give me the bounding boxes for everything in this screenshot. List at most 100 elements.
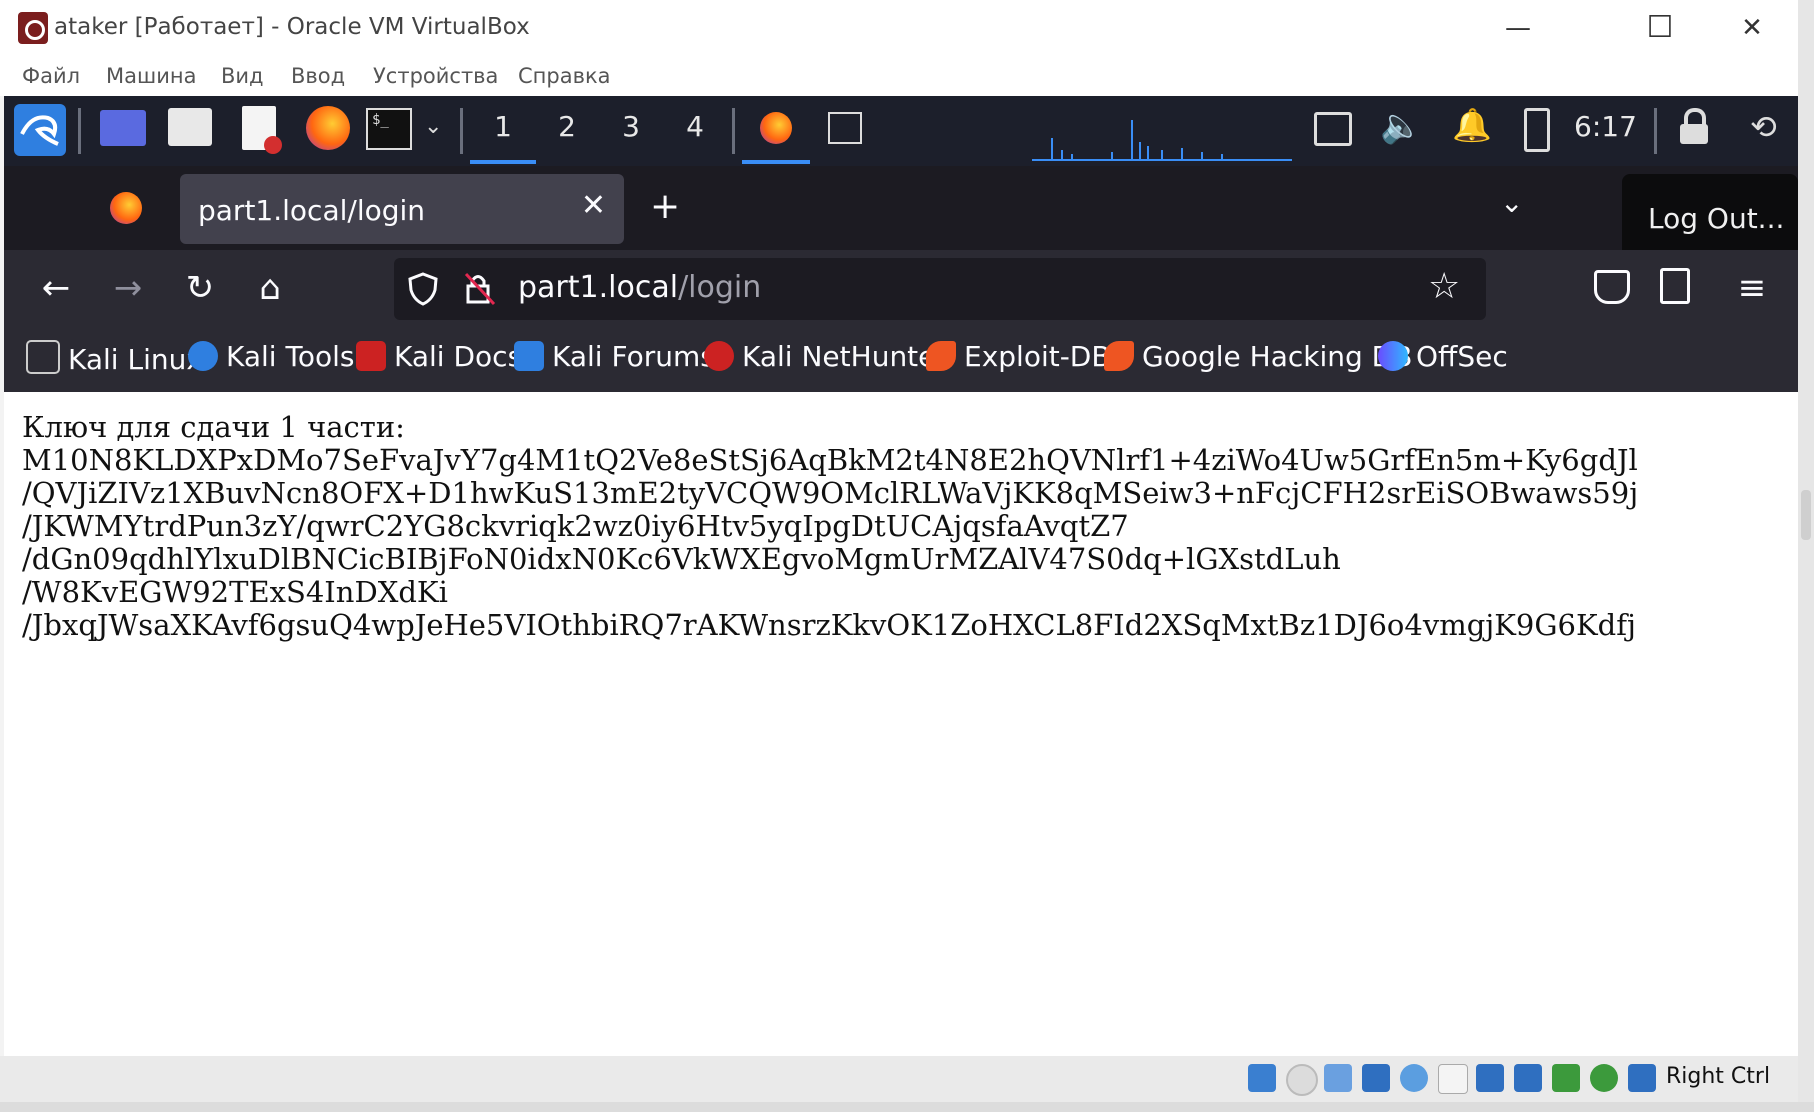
workspace-2[interactable]: 2 [542,110,592,143]
app-menu-button[interactable]: ≡ [1728,264,1776,312]
window-titlebar: ataker [Работает] - Oracle VM VirtualBox… [0,0,1798,58]
exploit-db-icon [926,341,956,371]
active-workspace-indicator [470,160,536,164]
bookmark-kali-nethunter[interactable]: Kali NetHunter [704,340,947,373]
close-button[interactable]: ✕ [1722,8,1782,48]
window-title: ataker [Работает] - Oracle VM VirtualBox [54,14,530,40]
back-button[interactable]: ← [32,264,80,312]
terminal-window-button-icon[interactable] [828,112,862,144]
bookmark-label: Kali Tools [226,340,355,373]
network-adapter-icon[interactable] [1362,1064,1390,1092]
logout-icon[interactable]: ⟲ [1750,108,1777,146]
url-bar[interactable]: part1.local/login ☆ [394,258,1486,320]
file-manager-icon[interactable] [168,108,212,146]
pocket-icon[interactable] [1594,270,1630,304]
kali-top-panel: $_ ⌄ 1 2 3 4 🔈 🔔 6:17 ⟲ [4,96,1798,166]
vm-display[interactable]: $_ ⌄ 1 2 3 4 🔈 🔔 6:17 ⟲ part1.local/logi… [4,96,1798,1056]
url-path: /login [678,270,762,305]
tooltip-text: Log Out... [1648,202,1785,235]
kali-menu-icon[interactable] [14,104,66,156]
shared-folders-icon[interactable] [1438,1064,1468,1094]
reload-button[interactable]: ↻ [176,264,224,312]
extensions-puzzle-icon[interactable] [1660,268,1690,304]
key-heading: Ключ для сдачи 1 части: [22,410,405,444]
forward-button[interactable]: → [104,264,152,312]
panel-separator [732,108,735,154]
home-button[interactable]: ⌂ [246,264,294,312]
display-icon[interactable] [1476,1064,1504,1092]
firefox-window-button-icon[interactable] [760,112,792,144]
tab-active[interactable]: part1.local/login ✕ [180,174,624,244]
volume-icon[interactable]: 🔈 [1380,106,1422,146]
menu-machine[interactable]: Машина [106,64,196,88]
list-all-tabs-chevron-icon[interactable]: ⌄ [1500,186,1523,219]
bookmark-label: Exploit-DB [964,340,1111,373]
notifications-bell-icon[interactable]: 🔔 [1452,106,1492,144]
terminal-launcher-icon[interactable]: $_ [366,108,412,150]
network-activity-graph [1032,120,1292,161]
usb-icon[interactable] [1400,1064,1428,1092]
panel-separator [1654,108,1657,154]
menu-devices[interactable]: Устройства [373,64,498,88]
launcher-dropdown-chevron-icon[interactable]: ⌄ [424,114,442,139]
page-content: Ключ для сдачи 1 части: M10N8KLDXPxDMo7S… [4,392,1798,1052]
lock-screen-icon[interactable] [1680,108,1708,144]
audio-icon[interactable] [1324,1064,1352,1092]
bookmark-label: Kali NetHunter [742,340,947,373]
bookmark-label: Kali Docs [394,340,523,373]
virtualization-icon[interactable] [1552,1064,1580,1092]
kali-docs-icon [356,341,386,371]
host-key-label: Right Ctrl [1666,1064,1771,1089]
menu-help[interactable]: Справка [518,64,611,88]
navigation-toolbar: ← → ↻ ⌂ part1.local/login ☆ ≡ [4,250,1798,328]
bookmark-kali-tools[interactable]: Kali Tools [188,340,354,373]
browser-tab-strip: part1.local/login ✕ + ⌄ [4,166,1798,250]
new-tab-button[interactable]: + [650,186,680,227]
bookmark-google-hacking-db[interactable]: Google Hacking DB [1104,340,1412,373]
maximize-button[interactable]: ☐ [1630,8,1690,48]
insecure-lock-icon[interactable] [464,272,496,306]
key-line: M10N8KLDXPxDMo7SeFvaJvY7g4M1tQ2Ve8eStSj6… [22,443,1638,477]
bookmark-offsec[interactable]: OffSec [1378,340,1508,373]
firefox-launcher-icon[interactable] [306,106,350,150]
scrollbar-thumb[interactable] [1801,490,1811,540]
bookmark-label: Google Hacking DB [1142,340,1413,373]
kali-forums-icon [514,341,544,371]
offsec-icon [1378,341,1408,371]
kali-dragon-icon [26,340,60,374]
minimize-button[interactable]: — [1488,8,1548,48]
firefox-view-icon[interactable] [110,192,142,224]
bookmark-label: OffSec [1416,340,1508,373]
hard-disk-icon[interactable] [1248,1064,1276,1092]
nethunter-icon [704,341,734,371]
menu-file[interactable]: Файл [22,64,80,88]
workspace-1[interactable]: 1 [478,110,528,143]
battery-icon[interactable] [1524,108,1550,152]
workspace-3[interactable]: 3 [606,110,656,143]
show-desktop-icon[interactable] [100,110,146,146]
tab-close-icon[interactable]: ✕ [581,188,606,223]
recording-icon[interactable] [1514,1064,1542,1092]
bookmark-star-icon[interactable]: ☆ [1428,266,1460,307]
text-editor-icon[interactable] [242,106,282,154]
bookmark-kali-linux[interactable]: Kali Linux [26,340,203,376]
bookmark-label: Kali Forums [552,340,715,373]
mouse-integration-icon[interactable] [1628,1064,1656,1092]
workspace-4[interactable]: 4 [670,110,720,143]
right-edge-scrollbar[interactable] [1798,0,1814,1112]
bookmark-kali-docs[interactable]: Kali Docs [356,340,522,373]
menu-view[interactable]: Вид [221,64,264,88]
network-icon[interactable] [1314,112,1352,146]
panel-clock[interactable]: 6:17 [1574,110,1637,143]
host-taskbar-edge [0,1102,1814,1112]
optical-drive-icon[interactable] [1286,1064,1318,1096]
guest-additions-icon[interactable] [1590,1064,1618,1092]
key-line: /QVJiZIVz1XBuvNcn8OFX+D1hwKuS13mE2tyVCQW… [22,476,1639,510]
menu-input[interactable]: Ввод [291,64,345,88]
tracking-protection-shield-icon[interactable] [408,272,438,306]
bookmark-exploit-db[interactable]: Exploit-DB [926,340,1111,373]
bookmark-kali-forums[interactable]: Kali Forums [514,340,715,373]
key-line: /JKWMYtrdPun3zY/qwrC2YG8ckvriqk2wz0iy6Ht… [22,509,1129,543]
url-text[interactable]: part1.local/login [518,270,761,305]
bookmarks-toolbar: Kali Linux Kali Tools Kali Docs Kali For… [4,328,1798,392]
